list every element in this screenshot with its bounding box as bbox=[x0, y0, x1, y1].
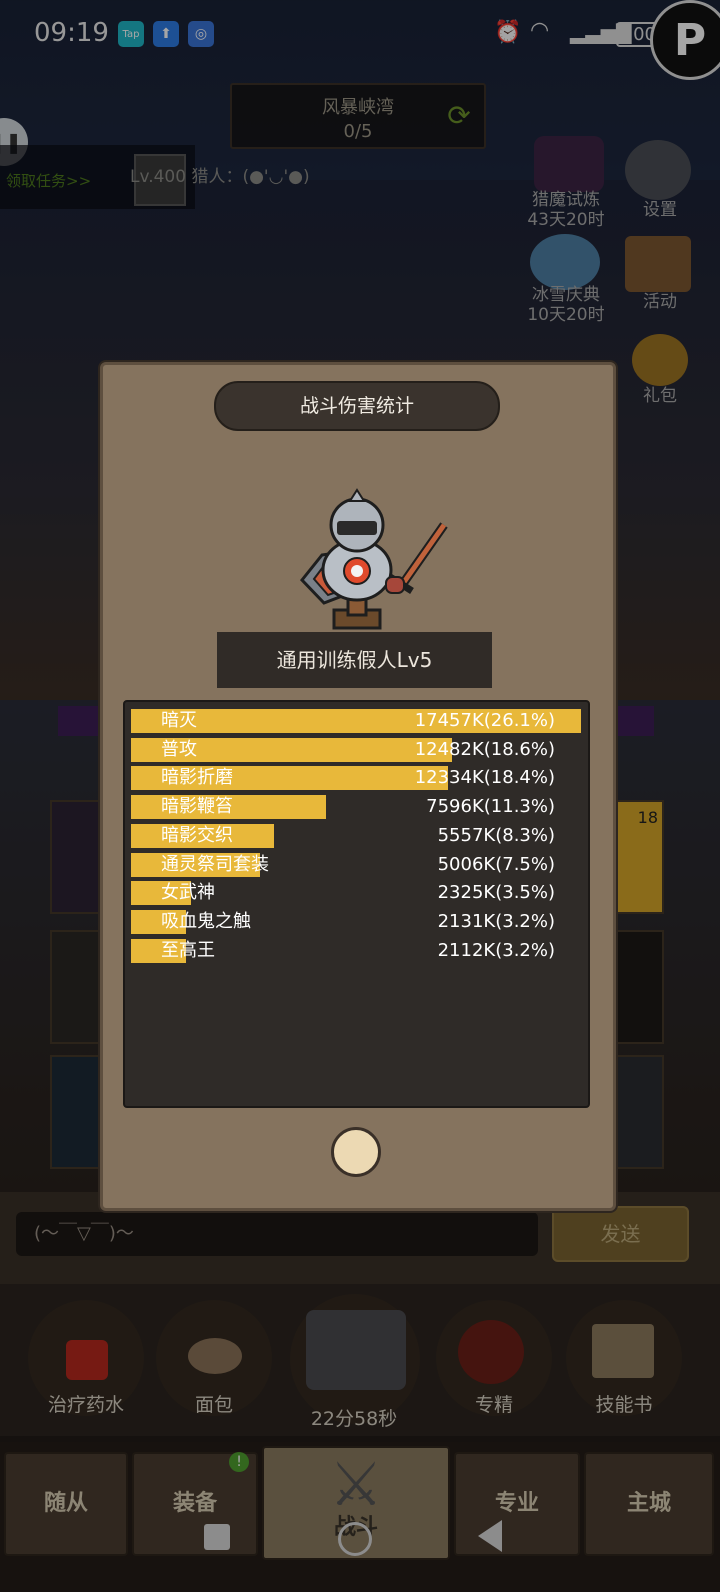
stat-row: 暗影折磨 12334K(18.4%) bbox=[131, 765, 581, 791]
stat-row: 吸血鬼之触 2131K(3.2%) bbox=[131, 909, 581, 935]
stat-name: 暗影折磨 bbox=[161, 767, 233, 789]
modal-title: 战斗伤害统计 bbox=[214, 381, 500, 431]
training-dummy-knight-icon bbox=[300, 488, 448, 630]
damage-stats-list: 暗灭 17457K(26.1%) 普攻 12482K(18.6%) 暗影折磨 12334K… bbox=[123, 700, 590, 1108]
stat-name: 暗影交织 bbox=[161, 824, 233, 846]
stat-value: 2131K(3.2%) bbox=[437, 910, 555, 932]
stat-name: 吸血鬼之触 bbox=[161, 910, 251, 932]
stat-value: 5557K(8.3%) bbox=[437, 824, 555, 846]
stat-row: 暗灭 17457K(26.1%) bbox=[131, 708, 581, 734]
stat-row: 至高王 2112K(3.2%) bbox=[131, 938, 581, 964]
stat-row: 暗影交织 5557K(8.3%) bbox=[131, 823, 581, 849]
stat-name: 女武神 bbox=[161, 882, 215, 904]
stat-name: 暗灭 bbox=[161, 710, 197, 731]
stat-row: 暗影鞭笞 7596K(11.3%) bbox=[131, 794, 581, 820]
stat-row: 通灵祭司套装 5006K(7.5%) bbox=[131, 852, 581, 878]
stat-value: 2325K(3.5%) bbox=[437, 882, 555, 904]
stat-row: 普攻 12482K(18.6%) bbox=[131, 737, 581, 763]
stat-value: 12334K(18.4%) bbox=[414, 767, 555, 789]
stat-value: 12482K(18.6%) bbox=[414, 738, 555, 760]
stat-row: 女武神 2325K(3.5%) bbox=[131, 880, 581, 906]
stat-value: 17457K(26.1%) bbox=[414, 710, 555, 731]
stat-name: 普攻 bbox=[161, 738, 197, 760]
stat-value: 7596K(11.3%) bbox=[426, 796, 555, 818]
stat-value: 5006K(7.5%) bbox=[437, 853, 555, 875]
stat-name: 至高王 bbox=[161, 939, 215, 961]
stat-name: 通灵祭司套装 bbox=[161, 853, 269, 875]
close-modal-button[interactable] bbox=[331, 1127, 381, 1177]
stat-value: 2112K(3.2%) bbox=[437, 939, 555, 961]
stat-name: 暗影鞭笞 bbox=[161, 796, 233, 818]
target-name: 通用训练假人Lv5 bbox=[217, 632, 492, 688]
